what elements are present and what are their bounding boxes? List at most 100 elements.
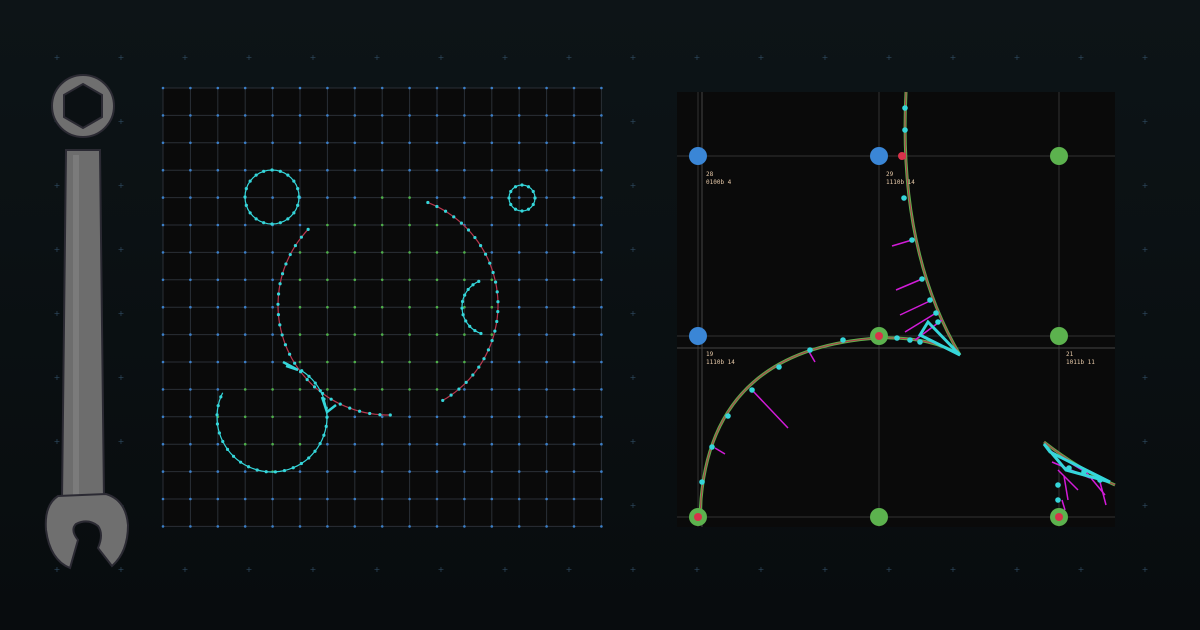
- contour-point: [725, 413, 731, 419]
- grid-dot: [408, 196, 411, 199]
- grid-dot: [271, 305, 274, 309]
- grid-dot: [600, 278, 603, 282]
- grid-dot: [353, 415, 357, 419]
- bg-plus: +: [246, 53, 253, 62]
- node-marker: [898, 152, 906, 160]
- bg-plus: +: [374, 53, 381, 62]
- contour-point: [909, 237, 915, 243]
- grid-dot: [435, 388, 439, 391]
- grid-dot: [435, 415, 439, 419]
- grid-dot: [572, 525, 576, 528]
- grid-dot: [517, 168, 521, 172]
- big-arc-left-point: [280, 333, 284, 337]
- bg-plus: +: [630, 245, 637, 254]
- small-circle-point: [278, 221, 282, 225]
- big-arc-right-point: [496, 300, 500, 304]
- tiny-circle-point: [533, 196, 537, 200]
- lower-circle-point: [215, 422, 220, 426]
- grid-dot: [517, 470, 521, 473]
- grid-dot: [353, 388, 357, 391]
- grid-dot: [463, 415, 466, 419]
- grid-dot: [490, 388, 494, 391]
- contour-point: [776, 364, 782, 370]
- lower-circle-point: [282, 468, 287, 473]
- grid-dot: [298, 333, 302, 336]
- grid-dot: [161, 388, 165, 391]
- big-arc-right-point: [488, 261, 492, 265]
- grid-dot: [271, 251, 274, 254]
- bg-plus: +: [118, 181, 125, 190]
- small-circle-point: [254, 173, 258, 177]
- grid-dot: [380, 168, 384, 172]
- bg-plus: +: [950, 53, 957, 62]
- grid-dot: [216, 196, 220, 199]
- big-arc-left-point: [378, 413, 382, 417]
- grid-node: [870, 508, 888, 526]
- bg-plus: +: [54, 53, 61, 62]
- grid-dot: [408, 251, 411, 254]
- grid-dot: [435, 497, 439, 501]
- contour-point: [699, 479, 705, 485]
- grid-dot: [353, 497, 357, 501]
- grid-dot: [408, 360, 411, 364]
- contour-point: [1055, 482, 1061, 488]
- grid-dot: [271, 442, 274, 446]
- grid-dot: [490, 415, 494, 419]
- small-circle-point: [262, 169, 266, 173]
- big-arc-right-point: [426, 200, 430, 205]
- grid-dot: [600, 415, 603, 419]
- grid-dot: [216, 251, 220, 254]
- grid-dot: [600, 525, 603, 528]
- lower-circle-point: [221, 439, 225, 444]
- grid-dot: [463, 388, 466, 391]
- grid-dot: [572, 388, 576, 391]
- grid-dot: [326, 278, 329, 282]
- bg-plus: +: [1142, 565, 1149, 574]
- grid-dot: [353, 196, 357, 199]
- contour-point: [935, 319, 941, 325]
- grid-dot: [326, 525, 329, 528]
- node-label-21-id: 21: [1066, 351, 1074, 358]
- grid-dot: [189, 141, 192, 145]
- grid-dot: [189, 114, 192, 117]
- grid-dot: [600, 114, 603, 117]
- grid-dot: [298, 223, 302, 227]
- grid-dot: [545, 141, 548, 145]
- grid-dot: [435, 251, 439, 254]
- lower-circle-point: [225, 447, 230, 451]
- grid-dot: [353, 333, 357, 336]
- grid-dot: [298, 114, 302, 117]
- grid-dot: [271, 278, 274, 282]
- grid-dot: [216, 333, 220, 336]
- grid-dot: [216, 305, 220, 309]
- grid-dot: [545, 333, 548, 336]
- grid-dot: [161, 86, 165, 90]
- grid-dot: [600, 168, 603, 172]
- grid-dot: [435, 333, 439, 336]
- grid-dot: [490, 442, 494, 446]
- lower-circle-point: [255, 468, 259, 472]
- contour-point: [933, 310, 939, 316]
- grid-dot: [189, 497, 192, 501]
- grid-dot: [326, 86, 329, 90]
- big-arc-left-point: [288, 352, 292, 356]
- grid-dot: [572, 278, 576, 282]
- bg-plus: +: [118, 53, 125, 62]
- notch-point: [460, 299, 465, 304]
- grid-dot: [326, 168, 329, 172]
- grid-dot: [435, 196, 439, 199]
- grid-dot: [189, 278, 192, 282]
- contour-point: [1097, 477, 1103, 483]
- notch-point: [461, 313, 465, 317]
- grid-dot: [380, 141, 384, 145]
- grid-dot: [326, 196, 329, 199]
- grid-dot: [572, 360, 576, 364]
- grid-dot: [545, 525, 548, 528]
- tiny-circle-point: [513, 207, 518, 211]
- grid-dot: [243, 415, 247, 419]
- grid-dot: [408, 415, 411, 419]
- tiny-circle-point: [509, 202, 513, 207]
- lower-circle-point: [231, 454, 236, 458]
- grid-dot: [353, 141, 357, 145]
- big-arc-right-point: [449, 393, 453, 397]
